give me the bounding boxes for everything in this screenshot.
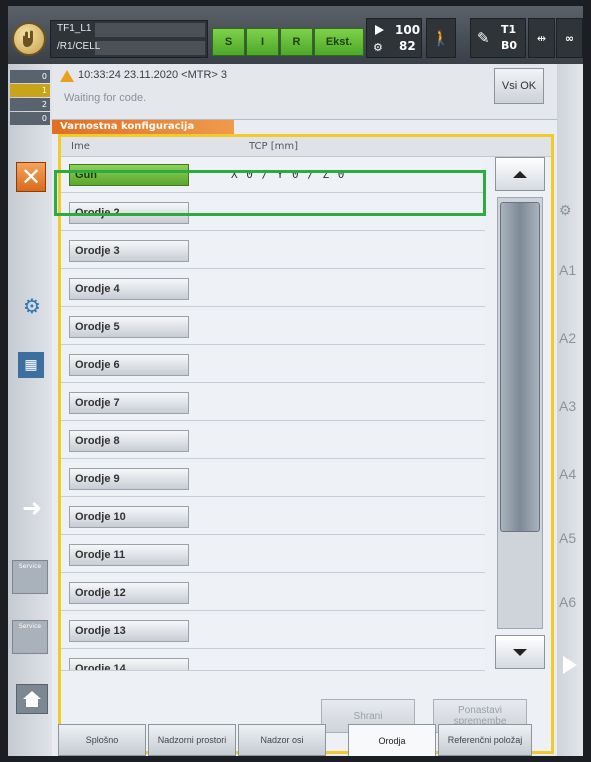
column-tcp-header: TCP [mm] [249,141,298,152]
table-row[interactable]: Orodje 11 [61,537,485,573]
start-icon[interactable] [563,656,577,674]
scroll-thumb[interactable] [500,202,540,532]
status-i-button[interactable]: I [246,28,279,56]
incremental-jog-button[interactable]: ⇹ [528,18,555,58]
status-r-button[interactable]: R [280,28,313,56]
tool-name: Orodje 3 [69,240,189,262]
active-base: B0 [501,39,518,52]
tool-name: Orodje 8 [69,430,189,452]
table-row[interactable]: Orodje 14 [61,651,485,671]
axis-a6[interactable]: A6 [559,594,576,610]
active-tool: T1 [501,23,517,36]
close-icon: ✕ [20,163,42,191]
column-name-header: Ime [71,141,90,152]
table-row[interactable]: Orodje 10 [61,499,485,535]
arrow-up-icon [513,170,527,178]
scroll-track[interactable] [497,197,543,629]
message-count-warning[interactable]: 1 [10,84,50,97]
jog-mode-icon[interactable]: ⚙ [559,202,572,219]
axis-a5[interactable]: A5 [559,530,576,546]
message-count-error[interactable]: 0 [10,112,50,125]
status-s-button[interactable]: S [212,28,245,56]
scrollbar[interactable] [491,157,549,677]
table-row[interactable]: Orodje 5 [61,309,485,345]
task-name: TF1_L1 [57,23,92,34]
play-icon [375,25,384,35]
jog-override-value: 82 [399,39,416,53]
table-row[interactable]: Orodje 8 [61,423,485,459]
tool-name: Orodje 14 [69,658,189,670]
close-button[interactable]: ✕ [16,162,46,192]
gear-icon[interactable]: ⚙ [18,292,46,320]
scroll-up-button[interactable] [495,157,545,191]
home-icon [23,691,41,707]
selection-highlight [54,170,486,216]
hand-menu-icon [23,30,33,47]
tool-name: Orodje 6 [69,354,189,376]
tab-reference-position[interactable]: Referenčni položaj [438,724,532,756]
dialog-title: Varnostna konfiguracija [52,120,234,134]
io-module-icon[interactable]: ▦ [18,352,44,378]
tool-base-box[interactable]: ✎ T1 B0 [470,18,526,58]
tab-tools[interactable]: Orodja [348,724,436,756]
tab-axis-monitoring[interactable]: Nadzor osi [238,724,326,756]
table-row[interactable]: Orodje 6 [61,347,485,383]
tab-general[interactable]: Splošno [58,724,146,756]
main-menu-button[interactable] [12,22,46,56]
program-override-value: 100 [395,23,421,37]
service-button-2[interactable]: Service [12,620,48,654]
service-button-1[interactable]: Service [12,560,48,594]
tab-bar: Splošno Nadzorni prostori Nadzor osi Oro… [58,724,548,756]
message-detail: Waiting for code. [64,92,147,104]
scroll-down-button[interactable] [495,635,545,669]
tool-name: Orodje 7 [69,392,189,414]
teach-pendant-screen: TF1_L1 /R1/CELL S I R Ekst. ⚙ 100 82 🚶 ✎… [8,6,583,756]
table-row[interactable]: Orodje 12 [61,575,485,611]
message-count-info[interactable]: 0 [10,70,50,83]
table-header: Ime TCP [mm] [61,137,551,157]
message-count-wait[interactable]: 2 [10,98,50,111]
table-row[interactable]: Orodje 3 [61,233,485,269]
arrow-down-icon [513,648,527,656]
tool-name: Orodje 9 [69,468,189,490]
acknowledge-all-button[interactable]: Vsi OK [494,68,544,104]
tool-name: Orodje 10 [69,506,189,528]
axis-a3[interactable]: A3 [559,398,576,414]
arrow-right-icon[interactable]: ➜ [18,494,46,522]
tool-name: Orodje 11 [69,544,189,566]
table-row[interactable]: Orodje 4 [61,271,485,307]
tab-monitoring-spaces[interactable]: Nadzorni prostori [148,724,236,756]
home-button[interactable] [16,684,48,714]
table-row[interactable]: Orodje 13 [61,613,485,649]
jog-speed-icon: ⚙ [373,41,383,54]
warning-icon [60,70,74,82]
continuous-jog-button[interactable]: ∞ [556,18,583,58]
axis-a1[interactable]: A1 [559,262,576,278]
table-row[interactable]: Orodje 7 [61,385,485,421]
status-external-button[interactable]: Ekst. [314,28,364,56]
tool-name: Orodje 13 [69,620,189,642]
event-message-panel[interactable]: 10:33:24 23.11.2020 <MTR> 3 Waiting for … [52,64,557,120]
override-box[interactable]: ⚙ 100 82 [366,18,422,58]
axis-a4[interactable]: A4 [559,466,576,482]
tool-name: Orodje 5 [69,316,189,338]
arrows-icon: ⇹ [536,31,547,45]
axis-a2[interactable]: A2 [559,330,576,346]
robot-path: /R1/CELL [57,41,101,52]
tool-icon: ✎ [477,29,490,47]
left-rail: 0 1 2 0 ✕ ⚙ ▦ ➜ Service Service [8,64,52,756]
status-bar: TF1_L1 /R1/CELL S I R Ekst. ⚙ 100 82 🚶 ✎… [8,6,583,64]
message-text: 10:33:24 23.11.2020 <MTR> 3 [78,69,228,81]
dialog-frame: Ime TCP [mm] Gun X 0 / Y 0 / Z 0 Orodje … [58,134,554,754]
tool-name: Orodje 12 [69,582,189,604]
robot-info-box[interactable]: TF1_L1 /R1/CELL [50,20,208,58]
table-row[interactable]: Orodje 9 [61,461,485,497]
jog-panel: ⚙ A1 A2 A3 A4 A5 A6 [557,64,583,756]
tool-name: Orodje 4 [69,278,189,300]
